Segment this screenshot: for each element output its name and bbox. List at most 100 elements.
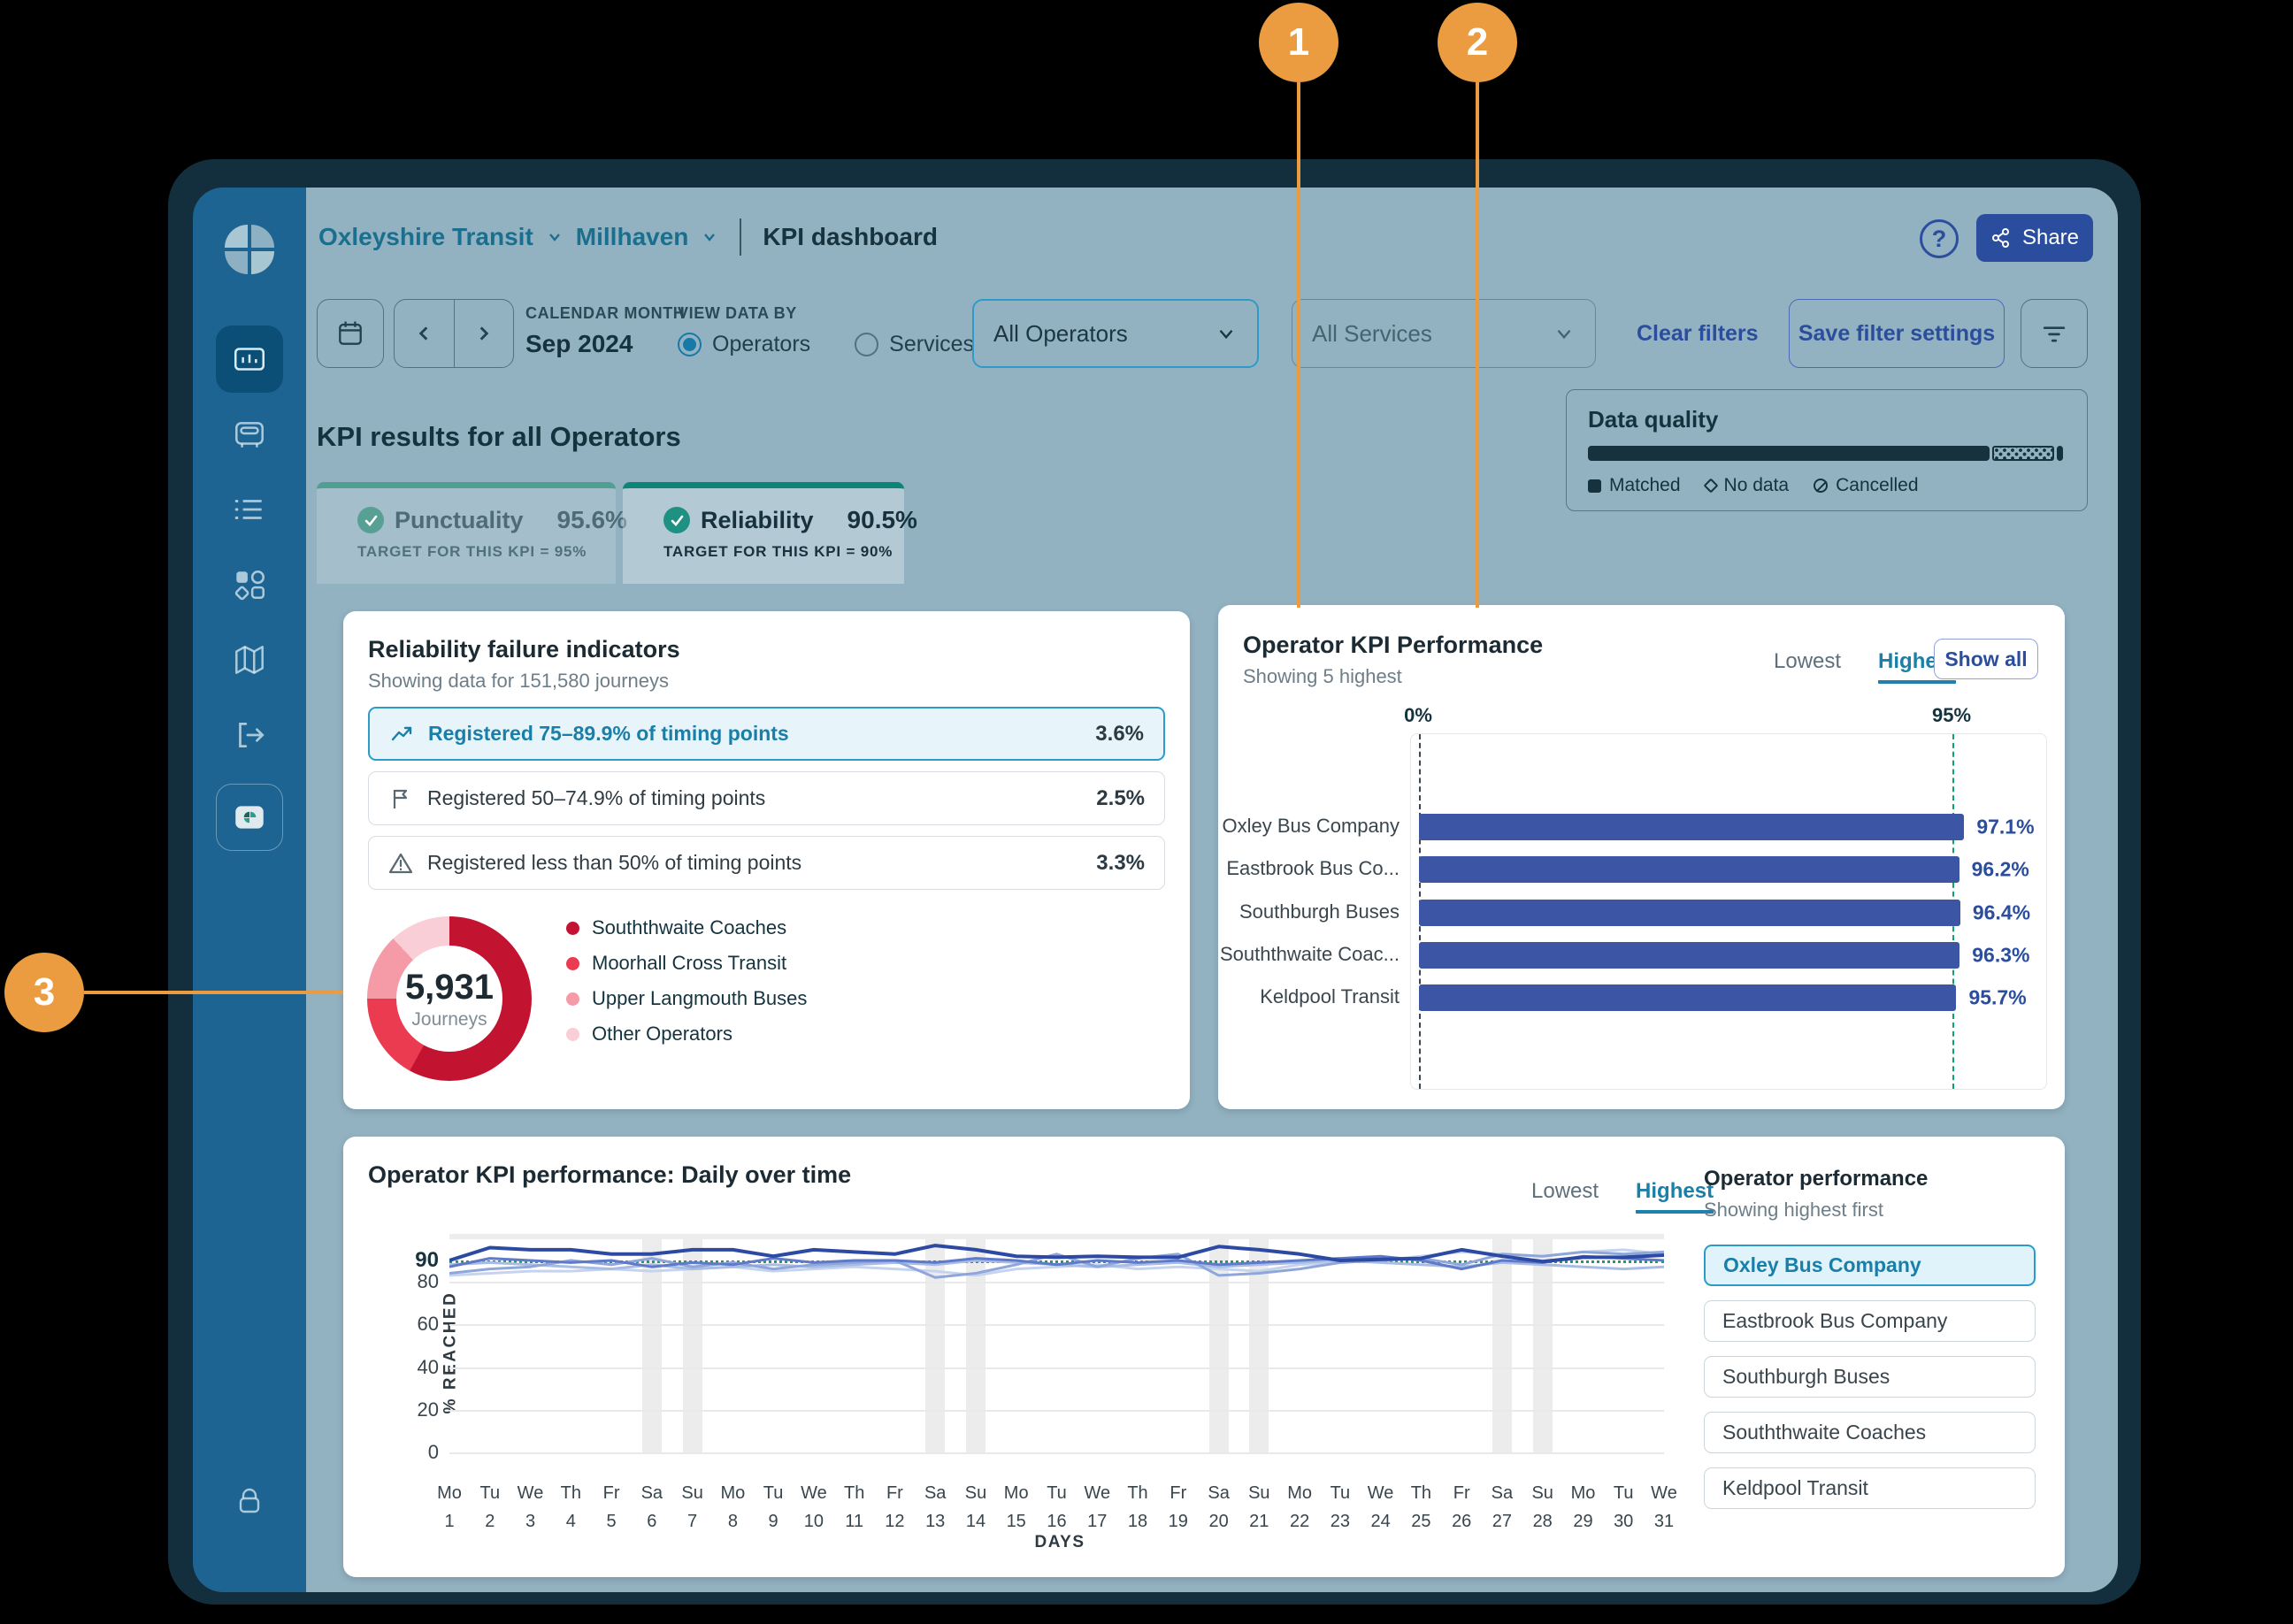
gridline [449,1452,1664,1454]
y-tick-0: 0 [396,1441,439,1464]
axis-target-label: 95% [1932,704,1971,727]
legend-bullet-icon [566,922,579,935]
radio-services-label: Services [889,332,974,357]
daily-performance-card: Operator KPI performance: Daily over tim… [343,1137,2065,1577]
sidebar [193,188,306,1592]
x-weekday-label: Mo [1004,1483,1029,1504]
sidebar-item-lock[interactable] [232,1483,267,1523]
failure-card-title: Reliability failure indicators [368,636,680,663]
sidebar-item-logout[interactable] [216,701,283,769]
x-day-number: 1 [444,1512,454,1532]
indicator-row-less-50[interactable]: Registered less than 50% of timing point… [368,836,1165,890]
help-button[interactable]: ? [1920,219,1959,258]
journeys-count: 5,931 [405,968,494,1007]
bar-2 [1419,856,1959,883]
x-day-number: 18 [1128,1512,1147,1532]
services-select[interactable]: All Services [1292,299,1596,368]
x-weekday-label: Su [965,1483,986,1504]
operator-list-item-eastbrook-bus-company[interactable]: Eastbrook Bus Company [1704,1300,2036,1342]
x-day-number: 8 [728,1512,738,1532]
operator-list-item-keldpool-transit[interactable]: Keldpool Transit [1704,1467,2036,1509]
x-weekday-label: Tu [1614,1483,1634,1504]
x-day-number: 9 [769,1512,778,1532]
legend-item-cancelled: Cancelled [1814,475,1918,496]
radio-operators[interactable]: Operators [678,332,810,357]
check-circle-icon [663,507,690,533]
flag-icon [388,786,413,811]
sidebar-item-vehicles[interactable] [216,401,283,468]
donut-legend-item: Upper Langmouth Buses [566,988,807,1009]
share-button[interactable]: Share [1976,214,2093,262]
operators-select[interactable]: All Operators [972,299,1259,368]
donut-legend-item: Souththwaite Coaches [566,917,807,938]
highest-toggle[interactable]: Highest [1636,1179,1714,1214]
lowest-toggle[interactable]: Lowest [1531,1179,1599,1204]
operator-list-item-souththwaite-coaches[interactable]: Souththwaite Coaches [1704,1412,2036,1453]
no-data-diamond-icon [1703,479,1718,494]
sidebar-item-dashboard[interactable] [216,326,283,393]
show-all-button[interactable]: Show all [1934,639,2038,679]
breadcrumb-org[interactable]: Oxleyshire Transit [318,223,533,251]
callout-badge-1: 1 [1259,3,1338,82]
radio-selected-icon [678,333,702,356]
view-data-by-label: VIEW DATA BY [678,304,974,323]
x-day-number: 12 [885,1512,904,1532]
x-weekday-label: Sa [641,1483,663,1504]
app-logo-icon [221,221,278,278]
x-weekday-label: Sa [1492,1483,1513,1504]
bar-operator-label: Keldpool Transit [1218,985,1400,1008]
legend-bullet-icon [566,992,579,1006]
daily-line-chart [449,1234,1664,1452]
data-quality-title: Data quality [1588,406,2066,433]
sidebar-item-map[interactable] [216,626,283,693]
bar-operator-label: Oxley Bus Company [1218,815,1400,838]
y-tick-20: 20 [396,1398,439,1421]
donut-legend: Souththwaite CoachesMoorhall Cross Trans… [566,917,807,1059]
clear-filters-link[interactable]: Clear filters [1637,299,1759,368]
axis-zero-label: 0% [1404,704,1432,727]
sort-toggle: Lowest Highest [1774,649,1956,684]
calendar-button[interactable] [317,299,384,368]
breadcrumb-area[interactable]: Millhaven [576,223,689,251]
dashboard-window-frame: Oxleyshire Transit Millhaven KPI dashboa… [168,159,2141,1605]
tab-reliability[interactable]: Reliability 90.5% TARGET FOR THIS KPI = … [623,482,904,584]
callout-line-2 [1476,82,1479,608]
sidebar-item-app-badge[interactable] [216,784,283,851]
prev-month-button[interactable] [395,300,455,367]
legend-bullet-icon [566,1028,579,1041]
reliability-failure-card: Reliability failure indicators Showing d… [343,611,1190,1109]
next-month-button[interactable] [455,300,514,367]
x-day-number: 7 [687,1512,697,1532]
indicator-row-50-74[interactable]: Registered 50–74.9% of timing points 2.5… [368,771,1165,825]
filter-settings-button[interactable] [2021,299,2088,368]
x-weekday-label: Tu [1047,1483,1067,1504]
x-weekday-label: We [801,1483,827,1504]
x-day-number: 27 [1492,1512,1512,1532]
save-filter-settings-button[interactable]: Save filter settings [1789,299,2005,368]
legend-bullet-icon [566,957,579,970]
data-quality-bar [1588,446,2066,461]
x-day-number: 22 [1290,1512,1309,1532]
operator-list-item-southburgh-buses[interactable]: Southburgh Buses [1704,1356,2036,1398]
lowest-toggle[interactable]: Lowest [1774,649,1841,674]
x-weekday-label: Fr [1170,1483,1186,1504]
daily-card-title: Operator KPI performance: Daily over tim… [368,1161,851,1189]
bar-4 [1419,942,1959,969]
x-day-number: 23 [1331,1512,1350,1532]
bar-value-label: 96.2% [1972,858,2029,882]
indicator-row-75-89[interactable]: Registered 75–89.9% of timing points 3.6… [368,707,1165,761]
bar-value-label: 96.3% [1972,943,2029,967]
bar-chart-labels: Oxley Bus CompanyEastbrook Bus Co...Sout… [1218,733,1400,1090]
x-day-number: 13 [925,1512,945,1532]
sidebar-item-list[interactable] [216,476,283,543]
bar-chart-icon [231,341,268,378]
sidebar-item-categories[interactable] [216,551,283,618]
x-day-number: 16 [1047,1512,1066,1532]
bar-operator-label: Eastbrook Bus Co... [1218,857,1400,880]
operator-list: Oxley Bus Company Eastbrook Bus Company So… [1704,1245,2036,1523]
partner-logo-icon [231,799,268,836]
tab-punctuality[interactable]: Punctuality 95.6% TARGET FOR THIS KPI = … [317,482,616,584]
operator-list-item-oxley-bus-company[interactable]: Oxley Bus Company [1704,1245,2036,1286]
radio-services[interactable]: Services [855,332,974,357]
radio-unselected-icon [855,333,878,356]
